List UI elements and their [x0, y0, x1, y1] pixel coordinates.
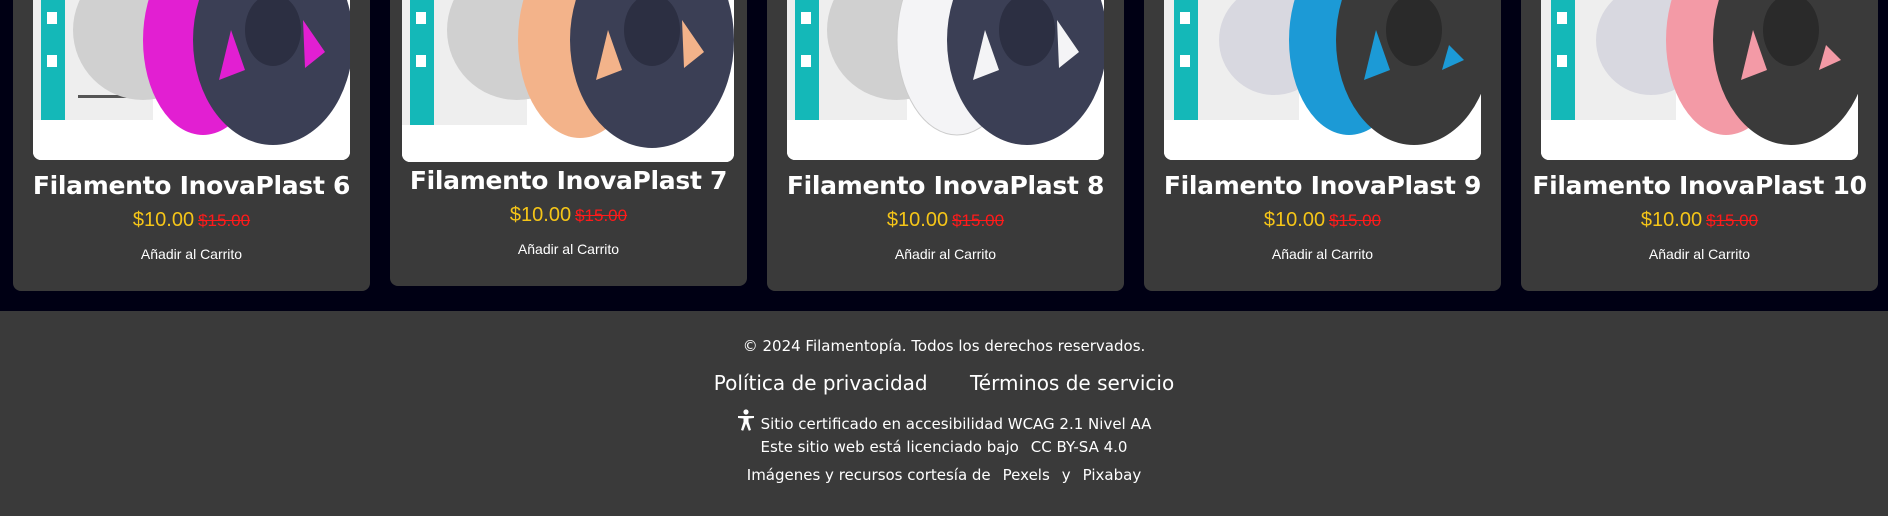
- product-price: $10.00 $15.00: [1144, 209, 1501, 232]
- privacy-policy-link[interactable]: Política de privacidad: [714, 371, 928, 395]
- accessibility-icon: [737, 409, 754, 431]
- add-to-cart-button[interactable]: Añadir al Carrito: [1521, 246, 1878, 262]
- product-card: Filamento InovaPlast 8 $10.00 $15.00 Añad…: [767, 0, 1124, 291]
- pexels-link[interactable]: Pexels: [1003, 466, 1050, 484]
- product-price: $10.00 $15.00: [390, 204, 747, 227]
- add-to-cart-button[interactable]: Añadir al Carrito: [767, 246, 1124, 262]
- product-title[interactable]: Filamento InovaPlast 6: [13, 171, 370, 200]
- old-price: $15.00: [575, 206, 628, 225]
- product-grid: Filamento InovaPlast 6 $10.00 $15.00 Añad…: [0, 0, 1888, 311]
- product-title[interactable]: Filamento InovaPlast 8: [767, 171, 1124, 200]
- license-link[interactable]: CC BY-SA 4.0: [1031, 438, 1128, 456]
- product-card: Filamento InovaPlast 7 $10.00 $15.00 Añad…: [390, 0, 747, 286]
- product-price: $10.00 $15.00: [13, 209, 370, 232]
- credits-and: y: [1061, 466, 1071, 484]
- product-card: Filamento InovaPlast 6 $10.00 $15.00 Añad…: [13, 0, 370, 291]
- license-prefix: Este sitio web está licenciado bajo: [760, 438, 1019, 456]
- credits-prefix: Imágenes y recursos cortesía de: [746, 466, 991, 484]
- current-price: $10.00: [132, 209, 195, 231]
- current-price: $10.00: [886, 209, 949, 231]
- current-price: $10.00: [1640, 209, 1703, 231]
- image-credits: Imágenes y recursos cortesía de Pexels y Pi…: [0, 466, 1888, 484]
- product-image[interactable]: [1541, 0, 1858, 160]
- current-price: $10.00: [1263, 209, 1326, 231]
- current-price: $10.00: [509, 204, 572, 226]
- add-to-cart-button[interactable]: Añadir al Carrito: [13, 246, 370, 262]
- footer-links: Política de privacidad Términos de servi…: [0, 371, 1888, 395]
- product-image[interactable]: [33, 0, 350, 160]
- add-to-cart-button[interactable]: Añadir al Carrito: [1144, 246, 1501, 262]
- license-notice: Este sitio web está licenciado bajo CC BY…: [0, 438, 1888, 456]
- product-image[interactable]: [787, 0, 1104, 160]
- product-title[interactable]: Filamento InovaPlast 10: [1521, 171, 1878, 200]
- copyright-text: © 2024 Filamentopía. Todos los derechos …: [742, 337, 1146, 355]
- terms-of-service-link[interactable]: Términos de servicio: [970, 371, 1174, 395]
- old-price: $15.00: [1329, 211, 1382, 230]
- product-price: $10.00 $15.00: [767, 209, 1124, 232]
- old-price: $15.00: [198, 211, 251, 230]
- product-price: $10.00 $15.00: [1521, 209, 1878, 232]
- site-footer: © 2024 Filamentopía. Todos los derechos …: [0, 311, 1888, 516]
- product-title[interactable]: Filamento InovaPlast 9: [1144, 171, 1501, 200]
- product-image[interactable]: [1164, 0, 1481, 160]
- add-to-cart-button[interactable]: Añadir al Carrito: [390, 241, 747, 257]
- accessibility-notice: Sitio certificado en accesibilidad WCAG …: [0, 409, 1888, 433]
- old-price: $15.00: [1706, 211, 1759, 230]
- pixabay-link[interactable]: Pixabay: [1083, 466, 1142, 484]
- old-price: $15.00: [952, 211, 1005, 230]
- product-title[interactable]: Filamento InovaPlast 7: [390, 166, 747, 195]
- accessibility-text: Sitio certificado en accesibilidad WCAG …: [760, 415, 1152, 433]
- product-card: Filamento InovaPlast 9 $10.00 $15.00 Añad…: [1144, 0, 1501, 291]
- product-card: Filamento InovaPlast 10 $10.00 $15.00 Aña…: [1521, 0, 1878, 291]
- product-image[interactable]: [402, 0, 734, 162]
